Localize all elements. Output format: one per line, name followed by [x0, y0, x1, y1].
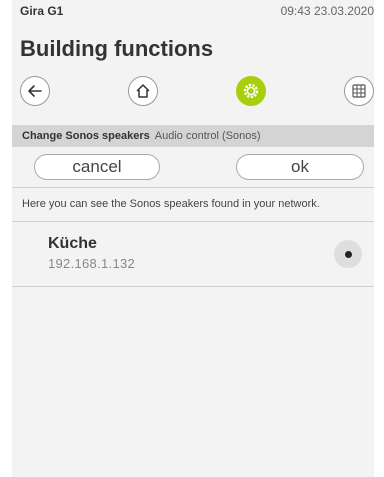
settings-button[interactable] [236, 76, 266, 106]
dialog-header: Change Sonos speakers Audio control (Son… [12, 125, 374, 147]
speaker-name: Küche [48, 235, 97, 252]
grid-icon [352, 84, 366, 98]
back-arrow-icon [28, 85, 42, 97]
speaker-ip: 192.168.1.132 [48, 256, 136, 271]
overview-button[interactable] [344, 76, 374, 106]
device-screen: Gira G1 09:43 23.03.2020 Building functi… [12, 0, 374, 477]
dialog-title: Change Sonos speakers [22, 130, 150, 142]
home-button[interactable] [128, 76, 158, 106]
ok-button[interactable]: ok [236, 154, 364, 180]
home-icon [136, 84, 150, 98]
gear-icon [243, 83, 259, 99]
radio-selected-dot [344, 250, 352, 258]
app-name: Gira G1 [20, 4, 64, 18]
speaker-item[interactable]: Küche 192.168.1.132 [12, 222, 374, 286]
divider [12, 286, 374, 287]
dialog-subtitle: Audio control (Sonos) [154, 130, 261, 142]
navigation-bar [12, 68, 374, 114]
status-bar: Gira G1 09:43 23.03.2020 [12, 0, 374, 22]
info-text: Here you can see the Sonos speakers foun… [22, 198, 320, 210]
back-button[interactable] [20, 76, 50, 106]
speaker-radio-button[interactable] [334, 240, 362, 268]
cancel-button[interactable]: cancel [34, 154, 160, 180]
page-title: Building functions [20, 36, 214, 61]
speaker-dialog: Change Sonos speakers Audio control (Son… [12, 125, 374, 477]
dialog-actions: cancel ok [12, 147, 374, 187]
clock-date: 09:43 23.03.2020 [280, 4, 374, 18]
